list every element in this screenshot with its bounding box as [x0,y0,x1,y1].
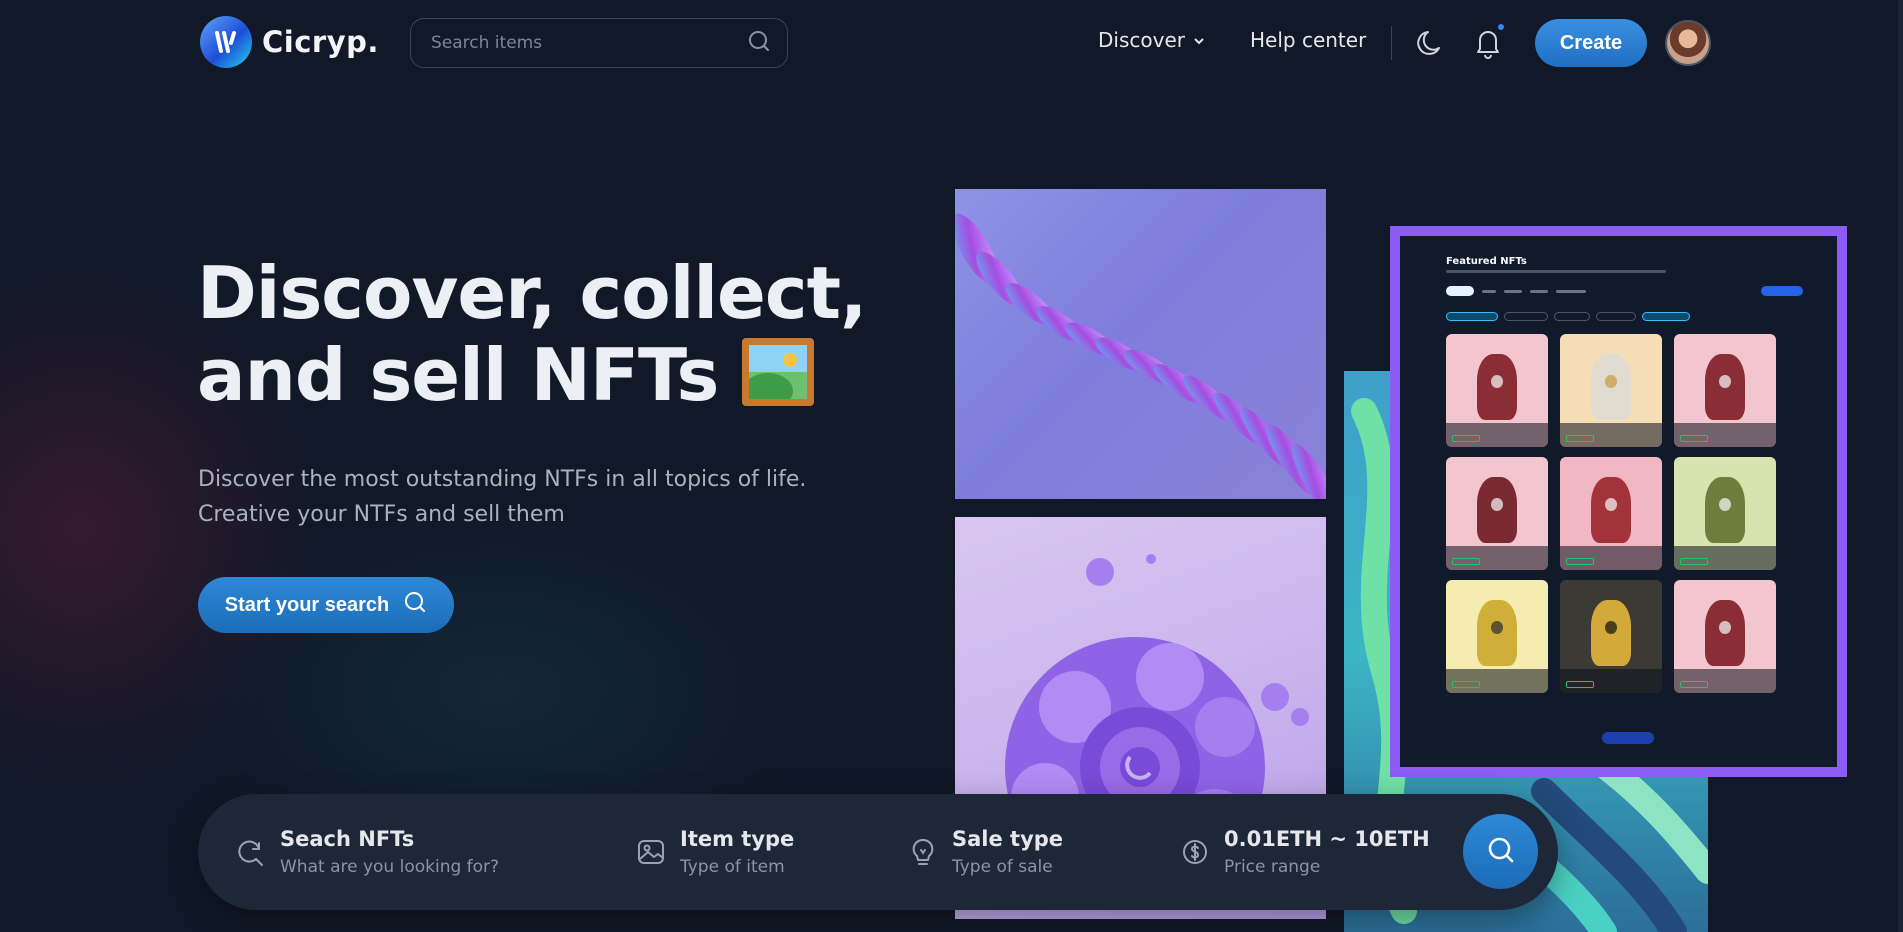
nav-discover-label: Discover [1098,28,1185,52]
refresh-search-icon [236,837,266,867]
start-search-label: Start your search [224,593,390,616]
search-icon [1486,835,1516,868]
filter-search-title: Seach NFTs [280,827,415,851]
image-icon [636,837,666,867]
nav-divider [1391,26,1392,60]
avatar[interactable] [1665,20,1711,66]
search-icon [403,590,427,620]
nav-help-center[interactable]: Help center [1250,28,1366,52]
preview-title: Featured NFTs [1446,256,1527,267]
filter-search-sub: What are you looking for? [280,857,500,877]
nft-search-bar: Seach NFTs What are you looking for? Ite… [198,794,1558,910]
featured-nfts-preview: Featured NFTs [1390,226,1847,777]
chevron-down-icon [1193,28,1205,52]
hero-title-line-1: Discover, collect, [197,251,867,335]
filter-item-type-title: Item type [680,827,795,851]
filter-item-type-sub: Type of item [680,857,785,877]
hero-subtitle-line-1: Discover the most outstanding NTFs in al… [198,467,807,492]
filter-price-range[interactable]: 0.01ETH ~ 10ETH Price range [1180,794,1430,910]
framed-picture-icon [742,338,815,406]
filter-price-sub: Price range [1224,857,1321,877]
notification-badge [1496,22,1506,32]
scrollbar-track[interactable] [1898,0,1903,932]
preview-card [1446,457,1548,570]
preview-card [1560,334,1662,447]
brand-name: Cicryp. [262,25,379,59]
moon-icon[interactable] [1415,27,1447,59]
search-submit-button[interactable] [1463,814,1538,889]
filter-sale-type-title: Sale type [952,827,1064,851]
hero-title: Discover, collect, and sell NFTs [197,252,897,416]
top-navbar: Cicryp. Discover Help center Create [0,0,1903,84]
preview-nft-grid [1446,334,1776,693]
nav-discover[interactable]: Discover [1098,28,1205,52]
preview-card [1446,334,1548,447]
search-icon[interactable] [747,29,771,57]
preview-card [1560,580,1662,693]
hero-subtitle: Discover the most outstanding NTFs in al… [198,462,838,532]
search-input[interactable] [431,33,747,53]
nft-image-wave [955,189,1326,499]
bulb-icon [908,837,938,867]
preview-card [1674,457,1776,570]
create-button[interactable]: Create [1535,19,1647,67]
preview-card [1446,580,1548,693]
preview-card [1674,334,1776,447]
dollar-icon [1180,837,1210,867]
header-search[interactable] [410,18,788,68]
logo-icon [200,16,252,68]
start-search-button[interactable]: Start your search [198,577,454,633]
filter-item-type[interactable]: Item type Type of item [636,794,794,910]
hero-subtitle-line-2: Creative your NTFs and sell them [198,502,565,527]
filter-price-title: 0.01ETH ~ 10ETH [1224,827,1430,851]
hero-title-line-2: and sell NFTs [197,333,719,417]
preview-card [1560,457,1662,570]
filter-search-nfts[interactable]: Seach NFTs What are you looking for? [236,794,499,910]
filter-sale-type-sub: Type of sale [952,857,1053,877]
filter-sale-type[interactable]: Sale type Type of sale [908,794,1063,910]
logo[interactable]: Cicryp. [200,16,379,68]
preview-card [1674,580,1776,693]
